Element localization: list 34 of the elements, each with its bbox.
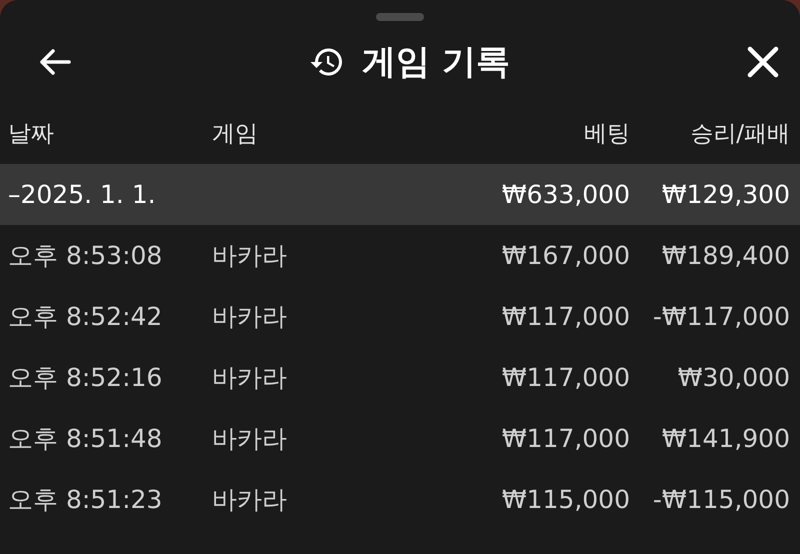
time-cell-text: 오후 8:52:16	[8, 362, 164, 394]
bet-cell-text: ₩117,000	[500, 424, 630, 453]
date-group-row[interactable]: –2025. 1. 1. ₩633,000 ₩129,300	[0, 164, 800, 225]
result-cell-text: -₩117,000	[652, 302, 790, 331]
back-arrow-icon	[38, 47, 72, 77]
column-header[interactable]: 날짜	[8, 118, 212, 149]
bet-cell-text: ₩115,000	[500, 485, 630, 514]
game-cell-text: 바카라	[212, 301, 288, 333]
group-bet-total: ₩633,000	[500, 180, 630, 209]
bet-cell-text: ₩117,000	[500, 363, 630, 392]
result-cell-text: ₩30,000	[676, 363, 790, 392]
time-cell-text: 오후 8:51:23	[8, 484, 164, 516]
bet-cell-text: ₩117,000	[500, 302, 630, 331]
column-header[interactable]: 승리/패배	[630, 118, 790, 149]
time-cell-text: 오후 8:53:08	[8, 240, 164, 272]
game-cell-text: 바카라	[212, 362, 288, 394]
dialog-title: 게임 기록	[362, 41, 510, 84]
time-cell-text: 오후 8:52:42	[8, 301, 164, 333]
group-date: –2025. 1. 1.	[8, 180, 157, 209]
group-result-total: ₩129,300	[660, 180, 790, 209]
result-cell-text: ₩189,400	[660, 241, 790, 270]
bet-cell-text: ₩167,000	[500, 241, 630, 270]
game-cell-text: 바카라	[212, 240, 288, 272]
result-cell-text: -₩115,000	[652, 485, 790, 514]
column-header[interactable]: 게임	[212, 118, 460, 149]
close-icon	[746, 45, 780, 79]
game-cell-text: 바카라	[212, 484, 288, 516]
close-button[interactable]	[746, 45, 780, 79]
drag-handle[interactable]	[376, 13, 424, 21]
game-cell-text: 바카라	[212, 423, 288, 455]
result-cell-text: ₩141,900	[660, 424, 790, 453]
column-header[interactable]: 베팅	[460, 118, 630, 149]
time-cell-text: 오후 8:51:48	[8, 423, 164, 455]
back-button[interactable]	[38, 47, 72, 77]
